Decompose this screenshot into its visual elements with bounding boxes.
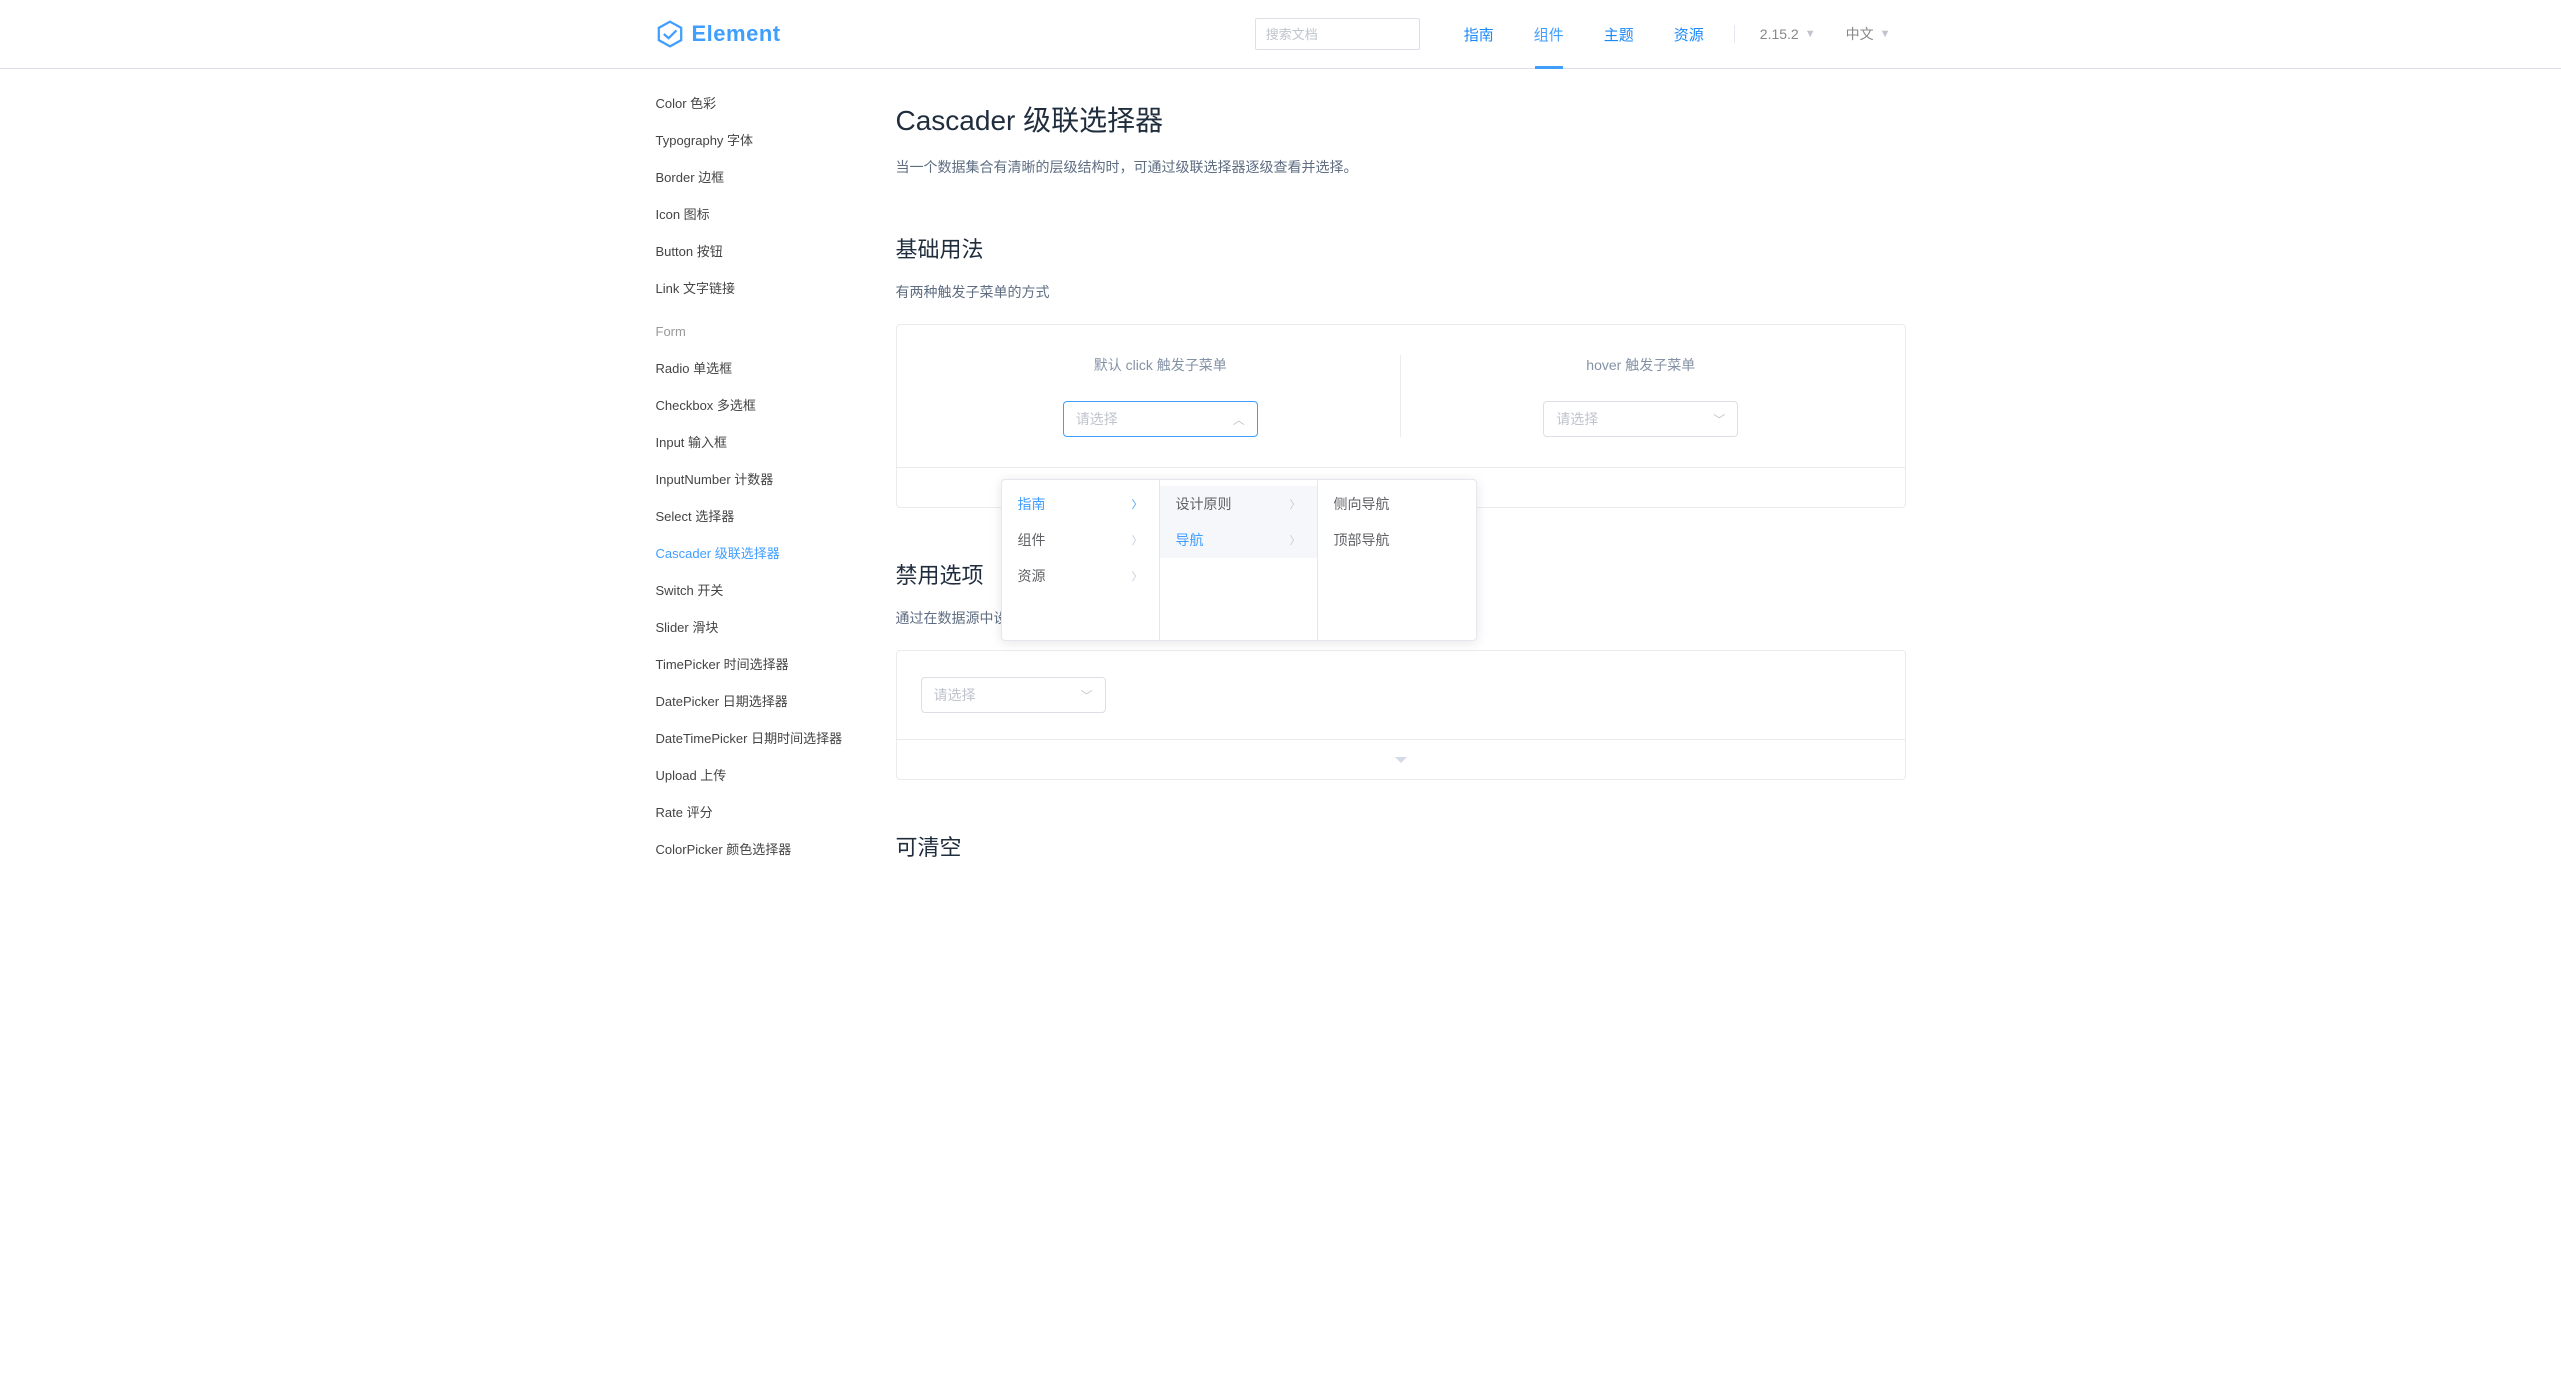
sidebar-item-timepicker[interactable]: TimePicker 时间选择器 [656,645,896,682]
sidebar-item-cascader[interactable]: Cascader 级联选择器 [656,534,896,571]
language-picker[interactable]: 中文 ▼ [1831,24,1906,44]
cascader-option-guide[interactable]: 指南 〉 [1002,486,1159,522]
nav-separator [1734,25,1735,43]
sidebar-item-link[interactable]: Link 文字链接 [656,269,896,306]
demo-basic: 默认 click 触发子菜单 请选择 ︿ hover 触发子菜单 请选择 ﹀ [896,324,1906,508]
nav-component[interactable]: 组件 [1514,0,1584,68]
version-label: 2.15.2 [1760,26,1799,42]
section-heading-basic: 基础用法 [896,232,1906,264]
sidebar-item-upload[interactable]: Upload 上传 [656,756,896,793]
search-input[interactable] [1255,18,1420,50]
sidebar-item-color[interactable]: Color 色彩 [656,84,896,121]
brand-name: Element [692,21,781,47]
cascader-placeholder: 请选择 [1556,409,1598,429]
chevron-down-icon: ﹀ [1080,687,1092,704]
cascader-placeholder: 请选择 [1076,409,1118,429]
brand-logo[interactable]: Element [656,20,781,48]
demo-col-left-label: 默认 click 触发子菜单 [1094,355,1227,375]
chevron-up-icon: ︿ [1233,411,1245,428]
demo-col-right-label: hover 触发子菜单 [1586,355,1695,375]
page-title: Cascader 级联选择器 [896,99,1906,139]
sidebar-item-rate[interactable]: Rate 评分 [656,793,896,830]
nav-guide[interactable]: 指南 [1444,0,1514,68]
cascader-dropdown: 指南 〉 组件 〉 资源 〉 设计原则 〉 [1001,479,1477,641]
option-label: 顶部导航 [1334,530,1390,550]
chevron-right-icon: 〉 [1290,496,1301,512]
sidebar-item-input[interactable]: Input 输入框 [656,423,896,460]
section-heading-clearable: 可清空 [896,830,1906,862]
sidebar-item-icon[interactable]: Icon 图标 [656,195,896,232]
page-lead: 当一个数据集合有清晰的层级结构时，可通过级联选择器逐级查看并选择。 [896,157,1906,177]
cascader-option-top-nav[interactable]: 顶部导航 [1318,522,1476,558]
cascader-panel-2: 设计原则 〉 导航 〉 [1160,480,1318,640]
sidebar-item-datetimepicker[interactable]: DateTimePicker 日期时间选择器 [656,719,896,756]
option-label: 侧向导航 [1334,494,1390,514]
caret-down-icon [1395,757,1407,763]
cascader-option-design[interactable]: 设计原则 〉 [1160,486,1317,522]
sidebar-item-button[interactable]: Button 按钮 [656,232,896,269]
sidebar-item-border[interactable]: Border 边框 [656,158,896,195]
option-label: 设计原则 [1176,494,1232,514]
cascader-panel-1: 指南 〉 组件 〉 资源 〉 [1002,480,1160,640]
sidebar-item-datepicker[interactable]: DatePicker 日期选择器 [656,682,896,719]
chevron-down-icon: ▼ [1880,28,1891,40]
sidebar-item-radio[interactable]: Radio 单选框 [656,349,896,386]
cascader-option-side-nav[interactable]: 侧向导航 [1318,486,1476,522]
option-label: 导航 [1176,530,1204,550]
sidebar: Color 色彩 Typography 字体 Border 边框 Icon 图标… [656,69,896,940]
chevron-right-icon: 〉 [1132,532,1143,548]
chevron-right-icon: 〉 [1132,568,1143,584]
language-label: 中文 [1846,24,1874,44]
chevron-down-icon: ▼ [1805,28,1816,40]
demo-disabled: 请选择 ﹀ [896,650,1906,780]
sidebar-item-inputnumber[interactable]: InputNumber 计数器 [656,460,896,497]
sidebar-item-colorpicker[interactable]: ColorPicker 颜色选择器 [656,830,896,867]
chevron-right-icon: 〉 [1290,532,1301,548]
cascader-input-disabled[interactable]: 请选择 ﹀ [921,677,1106,713]
cascader-option-nav[interactable]: 导航 〉 [1160,522,1317,558]
option-label: 组件 [1018,530,1046,550]
nav-theme[interactable]: 主题 [1584,0,1654,68]
cascader-placeholder: 请选择 [934,685,976,705]
sidebar-group-form: Form [656,306,896,349]
hexagon-icon [656,20,684,48]
demo-toggle-disabled[interactable] [897,739,1905,779]
option-label: 指南 [1018,494,1046,514]
sidebar-item-checkbox[interactable]: Checkbox 多选框 [656,386,896,423]
option-label: 资源 [1018,566,1046,586]
cascader-input-hover[interactable]: 请选择 ﹀ [1543,401,1738,437]
version-picker[interactable]: 2.15.2 ▼ [1745,26,1831,42]
section-desc-basic: 有两种触发子菜单的方式 [896,282,1906,302]
chevron-right-icon: 〉 [1132,496,1143,512]
sidebar-item-switch[interactable]: Switch 开关 [656,571,896,608]
cascader-panel-3: 侧向导航 顶部导航 [1318,480,1476,640]
sidebar-item-typography[interactable]: Typography 字体 [656,121,896,158]
cascader-option-resource[interactable]: 资源 〉 [1002,558,1159,594]
nav-resource[interactable]: 资源 [1654,0,1724,68]
cascader-option-component[interactable]: 组件 〉 [1002,522,1159,558]
sidebar-item-select[interactable]: Select 选择器 [656,497,896,534]
sidebar-item-slider[interactable]: Slider 滑块 [656,608,896,645]
cascader-input-click[interactable]: 请选择 ︿ [1063,401,1258,437]
chevron-down-icon: ﹀ [1713,411,1725,428]
